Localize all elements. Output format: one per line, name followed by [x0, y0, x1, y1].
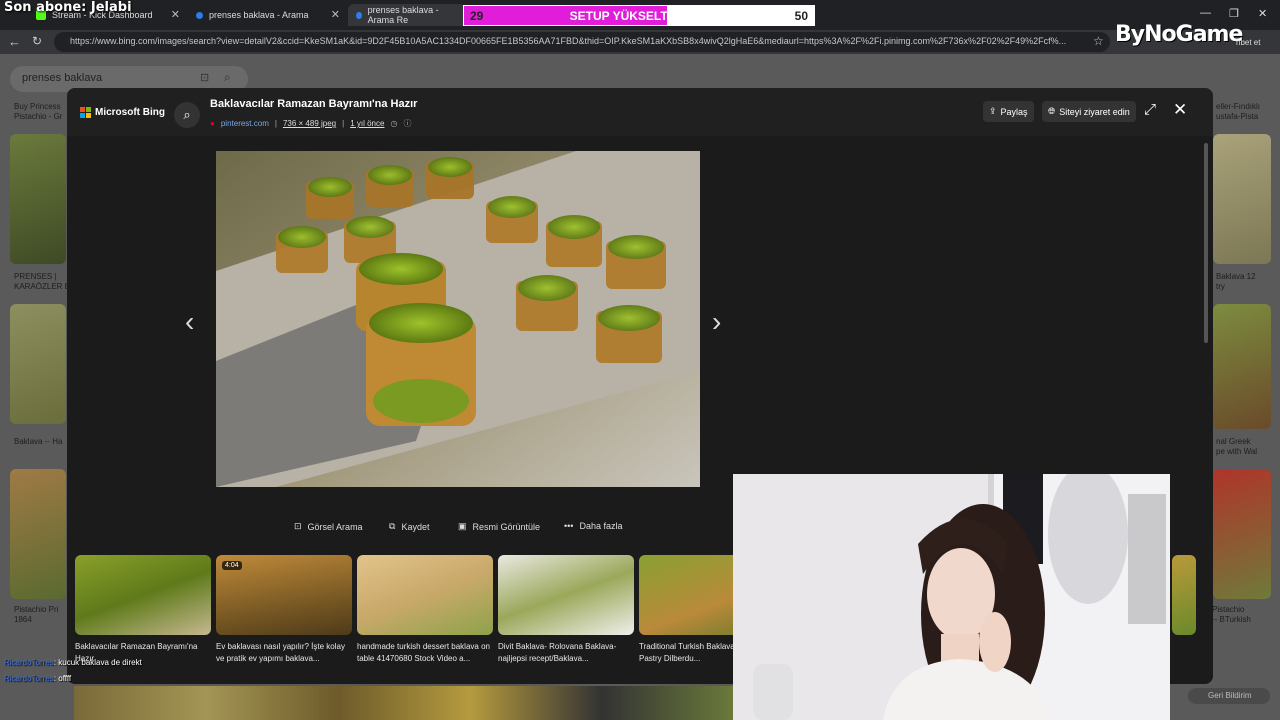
chat-text: : offff: [53, 674, 72, 683]
search-query: prenses baklava: [22, 72, 103, 84]
result-thumbnail[interactable]: [10, 469, 66, 599]
visual-search-icon: ⊡: [294, 521, 302, 531]
brand-label: Microsoft Bing: [95, 107, 165, 118]
result-caption[interactable]: Pistachio Pri 1864: [14, 605, 58, 625]
tab-label: prenses baklava - Arama Re: [367, 5, 439, 25]
next-image-arrow-icon[interactable]: ›: [712, 306, 721, 338]
image-title[interactable]: Baklavacılar Ramazan Bayramı'na Hazır: [210, 98, 417, 110]
url-bar[interactable]: https://www.bing.com/images/search?view=…: [54, 32, 1110, 52]
visit-site-button[interactable]: 🌐︎ Siteyi ziyaret edin: [1042, 101, 1136, 122]
baklava-photo: [216, 151, 700, 487]
minimize-icon[interactable]: —: [1200, 7, 1211, 19]
address-row: ← ↻ https://www.bing.com/images/search?v…: [0, 30, 1280, 54]
result-thumbnail-row[interactable]: [74, 686, 734, 720]
save-button[interactable]: ⧉ Kaydet: [389, 521, 429, 532]
result-thumbnail[interactable]: [1213, 134, 1271, 264]
stream-chat: RicardoTorres: kucuk baklava de direkt R…: [4, 655, 142, 687]
back-icon[interactable]: ←: [8, 34, 21, 49]
bynogame-logo: ByNoGame: [1115, 22, 1243, 47]
chat-message: RicardoTorres: offff: [4, 671, 142, 687]
goal-current: 29: [470, 9, 484, 23]
bookmark-star-icon[interactable]: ☆: [1093, 34, 1104, 48]
info-icon[interactable]: ⓘ: [403, 118, 411, 129]
share-icon: ⇪: [989, 106, 997, 116]
more-icon: •••: [564, 521, 574, 531]
chat-text: : kucuk baklava de direkt: [53, 658, 142, 667]
modal-scrollbar[interactable]: [1204, 143, 1208, 343]
related-image[interactable]: [1172, 555, 1196, 635]
related-thumbnail: [75, 555, 211, 635]
feedback-button[interactable]: Geri Bildirim: [1188, 688, 1270, 704]
tab-label: prenses baklava - Arama: [209, 10, 309, 20]
related-image[interactable]: Baklavacılar Ramazan Bayramı'na Hazır: [75, 555, 211, 665]
subscriber-goal-bar: 29 SETUP YÜKSELTELİMM 50: [463, 5, 815, 26]
globe-icon: 🌐︎: [1048, 106, 1056, 116]
search-icon: [196, 11, 203, 19]
related-thumbnail: [1172, 555, 1196, 635]
result-caption[interactable]: eller-Fındıklı ustafa-Pista: [1216, 102, 1260, 122]
watermark-suffix: hbet et: [1236, 38, 1261, 47]
image-source-row: ● pinterest.com | 736 × 489 jpeg | 1 yıl…: [210, 118, 412, 129]
more-button[interactable]: ••• Daha fazla: [564, 521, 622, 531]
result-thumbnail[interactable]: [1213, 304, 1271, 429]
expand-icon[interactable]: ⤢: [1144, 101, 1156, 118]
related-thumbnail: [498, 555, 634, 635]
chat-username: RicardoTorres: [4, 658, 54, 667]
chat-message: RicardoTorres: kucuk baklava de direkt: [4, 655, 142, 671]
related-image[interactable]: Divit Baklava- Rolovana Baklava- najljep…: [498, 555, 634, 665]
result-caption[interactable]: Pistachio -- BTurkish: [1212, 605, 1251, 625]
search-icon: [356, 11, 362, 19]
webcam-feed: [733, 474, 1170, 720]
microsoft-logo-icon: [80, 107, 91, 118]
visual-search-icon[interactable]: ⊡: [200, 71, 209, 84]
related-caption: Ev baklavası nasıl yapılır? İşte kolay v…: [216, 642, 345, 663]
chat-username: RicardoTorres: [4, 674, 54, 683]
result-caption[interactable]: PRENSES | KARAÖZLER E: [14, 272, 70, 292]
image-age[interactable]: 1 yıl önce: [350, 119, 384, 128]
image-icon: ▣: [458, 521, 467, 531]
share-button[interactable]: ⇪ Paylaş: [983, 101, 1034, 122]
tab-bing-search[interactable]: prenses baklava - Arama ✕: [188, 4, 346, 26]
main-image[interactable]: [216, 151, 700, 487]
close-icon[interactable]: ✕: [171, 8, 180, 21]
image-dimensions[interactable]: 736 × 489 jpeg: [283, 119, 336, 128]
related-caption: handmade turkish dessert baklava on tabl…: [357, 642, 490, 663]
last-subscriber-label: Son abone: Jelabi: [4, 0, 132, 15]
source-link[interactable]: pinterest.com: [221, 119, 269, 128]
clock-icon: ◷: [390, 119, 398, 128]
save-icon: ⧉: [389, 521, 396, 531]
url-text: https://www.bing.com/images/search?view=…: [70, 36, 1067, 46]
video-duration: 4:04: [222, 561, 242, 570]
tab-bing-image[interactable]: prenses baklava - Arama Re: [348, 4, 466, 26]
image-actions: ⊡ Görsel Arama ⧉ Kaydet ▣ Resmi Görüntüle •…: [67, 521, 847, 541]
related-image[interactable]: handmade turkish dessert baklava on tabl…: [357, 555, 493, 665]
search-icon[interactable]: ⌕: [224, 70, 231, 85]
related-caption: Divit Baklava- Rolovana Baklava- najljep…: [498, 642, 617, 663]
result-caption[interactable]: Baklava -- Ha: [14, 437, 62, 447]
result-caption[interactable]: nal Greek pe with Wal: [1216, 437, 1257, 457]
result-thumbnail[interactable]: [10, 134, 66, 264]
reload-icon[interactable]: ↻: [32, 34, 42, 48]
close-icon[interactable]: ✕: [331, 8, 340, 21]
previous-image-arrow-icon[interactable]: ‹: [185, 306, 194, 338]
related-thumbnail: [357, 555, 493, 635]
close-icon[interactable]: ✕: [1173, 100, 1187, 120]
bing-logo[interactable]: Microsoft Bing: [80, 107, 165, 118]
pinterest-icon: ●: [210, 119, 215, 128]
goal-target: 50: [794, 9, 808, 23]
streamer-webcam-image: [733, 474, 1170, 720]
result-thumbnail[interactable]: [1213, 469, 1271, 599]
close-icon[interactable]: ✕: [1258, 7, 1267, 20]
visual-search-button[interactable]: ⊡ Görsel Arama: [294, 521, 363, 532]
search-icon[interactable]: ⌕: [174, 102, 200, 128]
view-image-button[interactable]: ▣ Resmi Görüntüle: [458, 521, 540, 532]
result-thumbnail[interactable]: [10, 304, 66, 424]
goal-label: SETUP YÜKSELTELİMM: [569, 9, 707, 23]
result-caption[interactable]: Buy Princess Pistachio - Gr: [14, 102, 62, 122]
modal-header: Microsoft Bing ⌕ Baklavacılar Ramazan Ba…: [67, 88, 1213, 136]
maximize-icon[interactable]: ❐: [1229, 7, 1239, 20]
result-caption[interactable]: Baklava 12 try: [1216, 272, 1256, 292]
related-image[interactable]: 4:04 Ev baklavası nasıl yapılır? İşte ko…: [216, 555, 352, 665]
